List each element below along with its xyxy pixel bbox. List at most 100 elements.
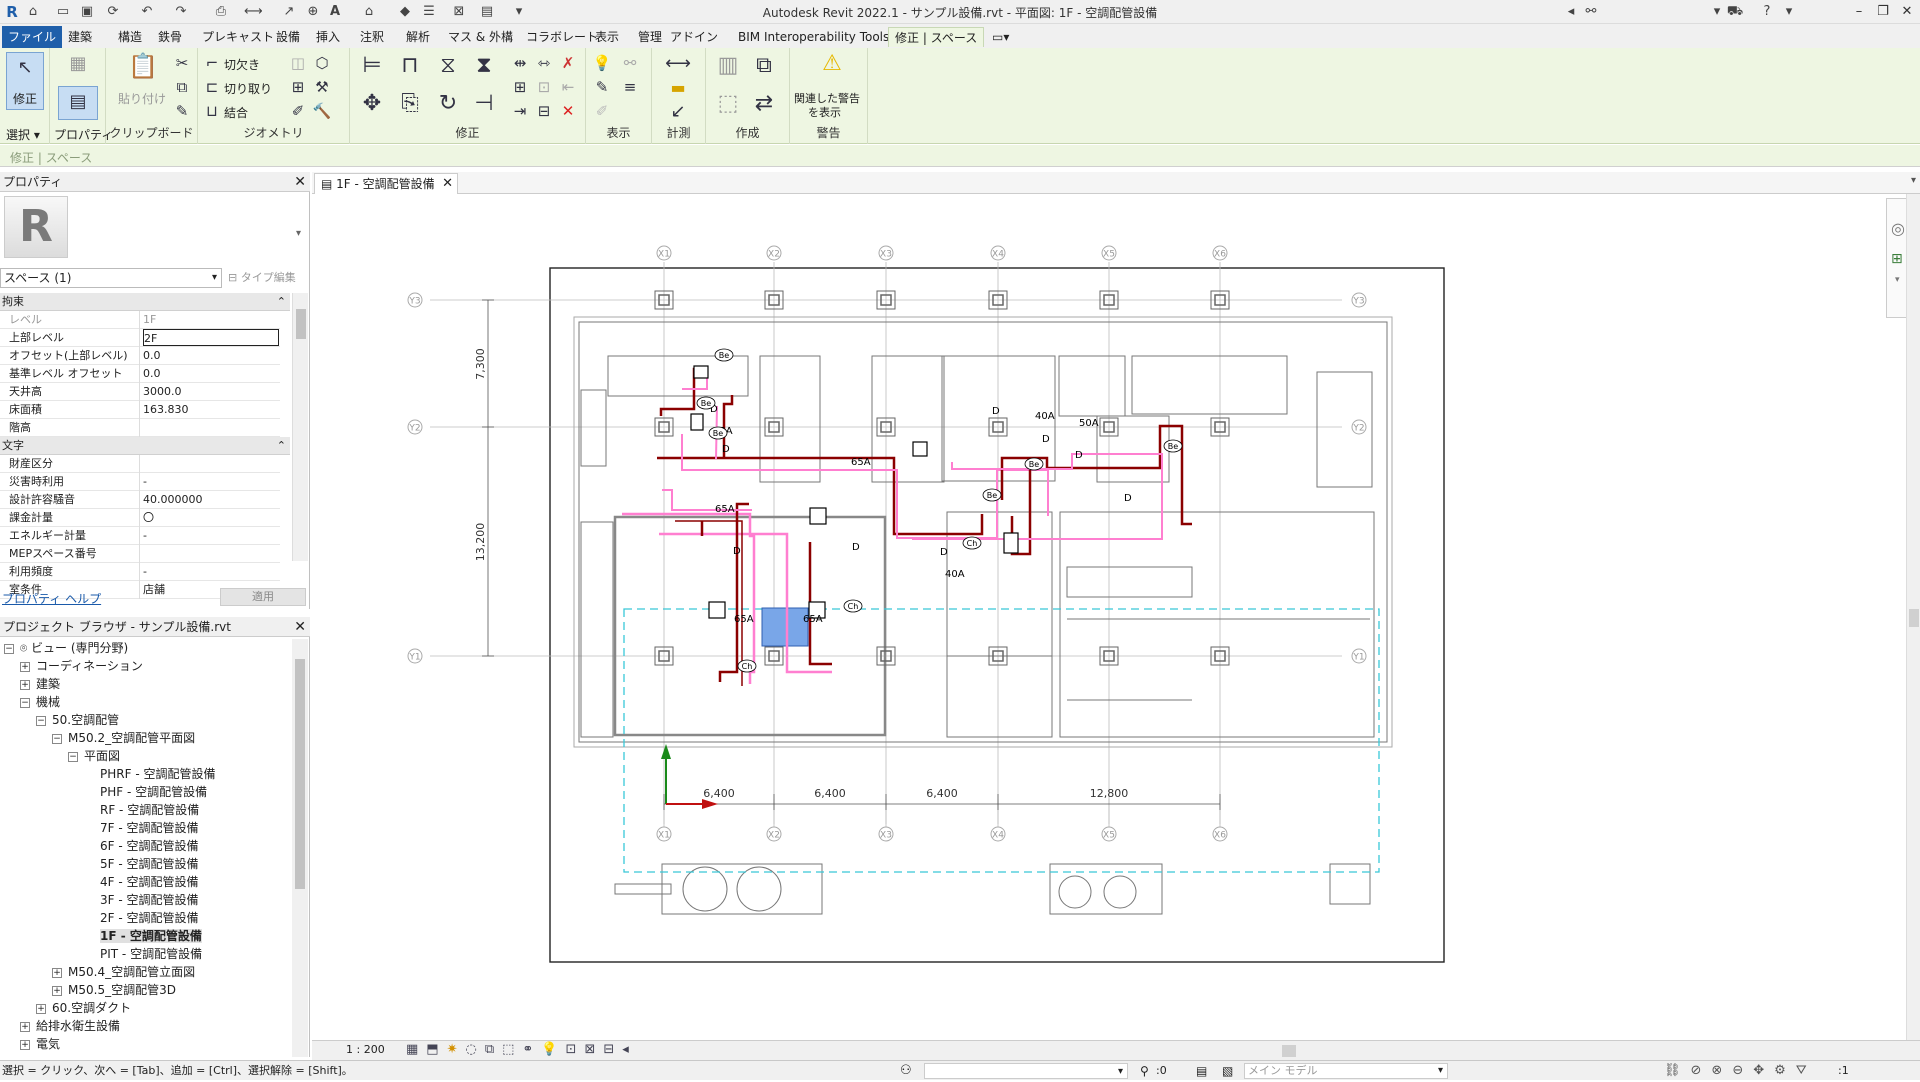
browser-item[interactable]: − 機械 [20, 693, 60, 711]
close-icon[interactable]: ✕ [442, 174, 453, 194]
canvas-vertical-scrollbar[interactable] [1906, 194, 1920, 1040]
exclude-options-icon[interactable]: ▧ [1222, 1061, 1233, 1081]
expand-icon[interactable]: + [20, 661, 30, 672]
close-icon[interactable]: ✕ [294, 173, 306, 191]
tab-4[interactable]: プレキャスト [196, 27, 280, 47]
chevron-down-icon[interactable]: ▾ [1708, 3, 1726, 21]
expand-icon[interactable]: − [68, 751, 78, 762]
property-value[interactable]: 0.0 [143, 347, 279, 365]
trim-icon[interactable]: ⊣ [470, 93, 498, 122]
collapse-icon[interactable]: ⌃ [277, 293, 286, 311]
browser-scrollbar[interactable] [292, 639, 308, 1057]
browser-item[interactable]: − 平面図 [68, 747, 120, 765]
property-value[interactable]: 163.830 [143, 401, 279, 419]
selected-space-marker[interactable] [761, 607, 809, 647]
fcu-3[interactable] [809, 507, 827, 525]
browser-item[interactable]: + M50.4_空調配管立面図 [52, 963, 195, 981]
browser-item[interactable]: 4F - 空調配管設備 [100, 873, 199, 891]
close-window-button[interactable]: ✕ [1892, 2, 1920, 22]
chevron-left-icon[interactable]: ◂ [1562, 3, 1580, 21]
browser-item[interactable]: − ⌾ ビュー (専門分野) [4, 639, 128, 657]
browser-item[interactable]: 2F - 空調配管設備 [100, 909, 199, 927]
properties-scroll-thumb[interactable] [296, 309, 306, 339]
expand-icon[interactable]: + [20, 1039, 30, 1050]
drawing-canvas[interactable]: X1 X1 X2 X2 X3 X3 X4 X4 X5 X5 X6 X6 Y3 Y3 Y2 Y2 Y1 Y1 [312, 194, 1920, 1040]
browser-item[interactable]: 7F - 空調配管設備 [100, 819, 199, 837]
property-value[interactable]: 0.0 [143, 365, 279, 383]
cut-geometry-label[interactable]: 切り取り [224, 80, 272, 97]
expand-icon[interactable]: − [36, 715, 46, 726]
fcu-1[interactable] [708, 601, 726, 619]
cart-icon[interactable]: ⛟ [1726, 3, 1744, 21]
type-properties-icon[interactable]: ▦ [68, 54, 88, 74]
browser-item[interactable]: + 建築 [20, 675, 60, 693]
property-row[interactable]: エネルギー計量 - [0, 527, 280, 545]
wall-joins-icon[interactable]: ⊞ [288, 77, 308, 97]
property-value[interactable]: - [143, 527, 279, 545]
measure-between-icon[interactable]: ⟷ [660, 54, 696, 74]
nav-chevron-icon[interactable]: ▾ [1895, 275, 1900, 285]
binoculars-icon[interactable]: ⚯ [1582, 3, 1600, 21]
property-row[interactable]: 床面積 163.830 [0, 401, 280, 419]
fcu-5[interactable] [912, 441, 928, 457]
selection-toggle-icons[interactable]: ⛓⊘⊗⊖✥⚙⛛ [1664, 1061, 1817, 1081]
editable-only-icon[interactable]: ⚲ [1140, 1061, 1149, 1081]
property-value[interactable]: 1F [143, 311, 279, 329]
expand-icon[interactable]: + [20, 1021, 30, 1032]
paint-icon[interactable]: ⬡ [312, 53, 332, 73]
split-gap-icon[interactable]: ⇿ [534, 53, 554, 73]
property-row[interactable]: 財産区分 [0, 455, 280, 473]
tab-0[interactable]: ファイル [2, 26, 63, 48]
offset-icon[interactable]: ⊓ [396, 55, 424, 84]
category-text[interactable]: 文字 ⌃ [0, 437, 290, 455]
category-constraints[interactable]: 拘束 ⌃ [0, 293, 290, 311]
cut-icon[interactable]: ✂ [172, 53, 192, 73]
property-row[interactable]: レベル 1F [0, 311, 280, 329]
pin-icon[interactable]: ⊟ [534, 101, 554, 121]
align-icon[interactable]: ⊨ [358, 55, 386, 84]
delete-split-icon[interactable]: ✗ [558, 53, 578, 73]
warnings-button-line2[interactable]: を表示 [808, 104, 841, 120]
property-value[interactable] [143, 455, 279, 473]
worksets-icon[interactable]: ⚇ [900, 1061, 912, 1081]
browser-item[interactable]: + M50.5_空調配管3D [52, 981, 176, 999]
workset-dropdown[interactable]: ▾ [924, 1063, 1128, 1079]
view-control-icons[interactable]: ▦⬒✷◌⧉⬚⚭💡⊡⊠⊟◂ [406, 1042, 637, 1057]
browser-item[interactable]: PHRF - 空調配管設備 [100, 765, 215, 783]
tab-2[interactable]: 構造 [112, 27, 148, 47]
browser-item[interactable]: 6F - 空調配管設備 [100, 837, 199, 855]
tab-15[interactable]: 修正 | スペース [888, 27, 985, 47]
tab-6[interactable]: 挿入 [310, 27, 346, 47]
browser-item[interactable]: + コーディネーション [20, 657, 143, 675]
property-row[interactable]: 基準レベル オフセット 0.0 [0, 365, 280, 383]
demolish-icon[interactable]: ⚒ [312, 77, 332, 97]
hammer-icon[interactable]: 🔨 [312, 101, 332, 121]
type-image-dropdown-icon[interactable]: ▾ [296, 228, 301, 239]
expand-icon[interactable]: + [20, 679, 30, 690]
property-value[interactable]: - [143, 473, 279, 491]
browser-item[interactable]: + 電気 [20, 1035, 60, 1053]
tab-13[interactable]: アドイン [664, 27, 724, 47]
browser-scroll-thumb[interactable] [295, 659, 305, 889]
override-graphics-icon[interactable]: ⚯ [620, 53, 640, 73]
copy-icon[interactable]: ⧉ [172, 77, 192, 97]
property-value[interactable]: 40.000000 [143, 491, 279, 509]
tab-3[interactable]: 鉄骨 [152, 27, 188, 47]
properties-scrollbar[interactable] [292, 293, 308, 561]
fcu-4[interactable] [1003, 532, 1019, 554]
expand-icon[interactable]: − [20, 697, 30, 708]
canvas-vscroll-thumb[interactable] [1909, 609, 1919, 627]
browser-item[interactable]: −50.空調配管 [36, 711, 119, 729]
floor-plan-drawing[interactable]: X1 X1 X2 X2 X3 X3 X4 X4 X5 X5 X6 X6 Y3 Y3 Y2 Y2 Y1 Y1 [312, 194, 1920, 1040]
property-row[interactable]: 天井高 3000.0 [0, 383, 280, 401]
browser-item[interactable]: 1F - 空調配管設備 [100, 927, 202, 945]
tab-9[interactable]: マス & 外構 [442, 27, 519, 47]
browser-item[interactable]: 5F - 空調配管設備 [100, 855, 199, 873]
property-value[interactable] [143, 545, 279, 563]
view-tab-1f[interactable]: ▤ 1F - 空調配管設備 ✕ [314, 173, 458, 194]
create-similar-icon[interactable]: ⇄ [750, 93, 778, 122]
property-row[interactable]: MEPスペース番号 [0, 545, 280, 563]
copy-element-icon[interactable]: ⎘ [396, 93, 424, 122]
measure-along-icon[interactable]: ↙ [660, 102, 696, 122]
canvas-hscroll-thumb[interactable] [1282, 1045, 1296, 1057]
